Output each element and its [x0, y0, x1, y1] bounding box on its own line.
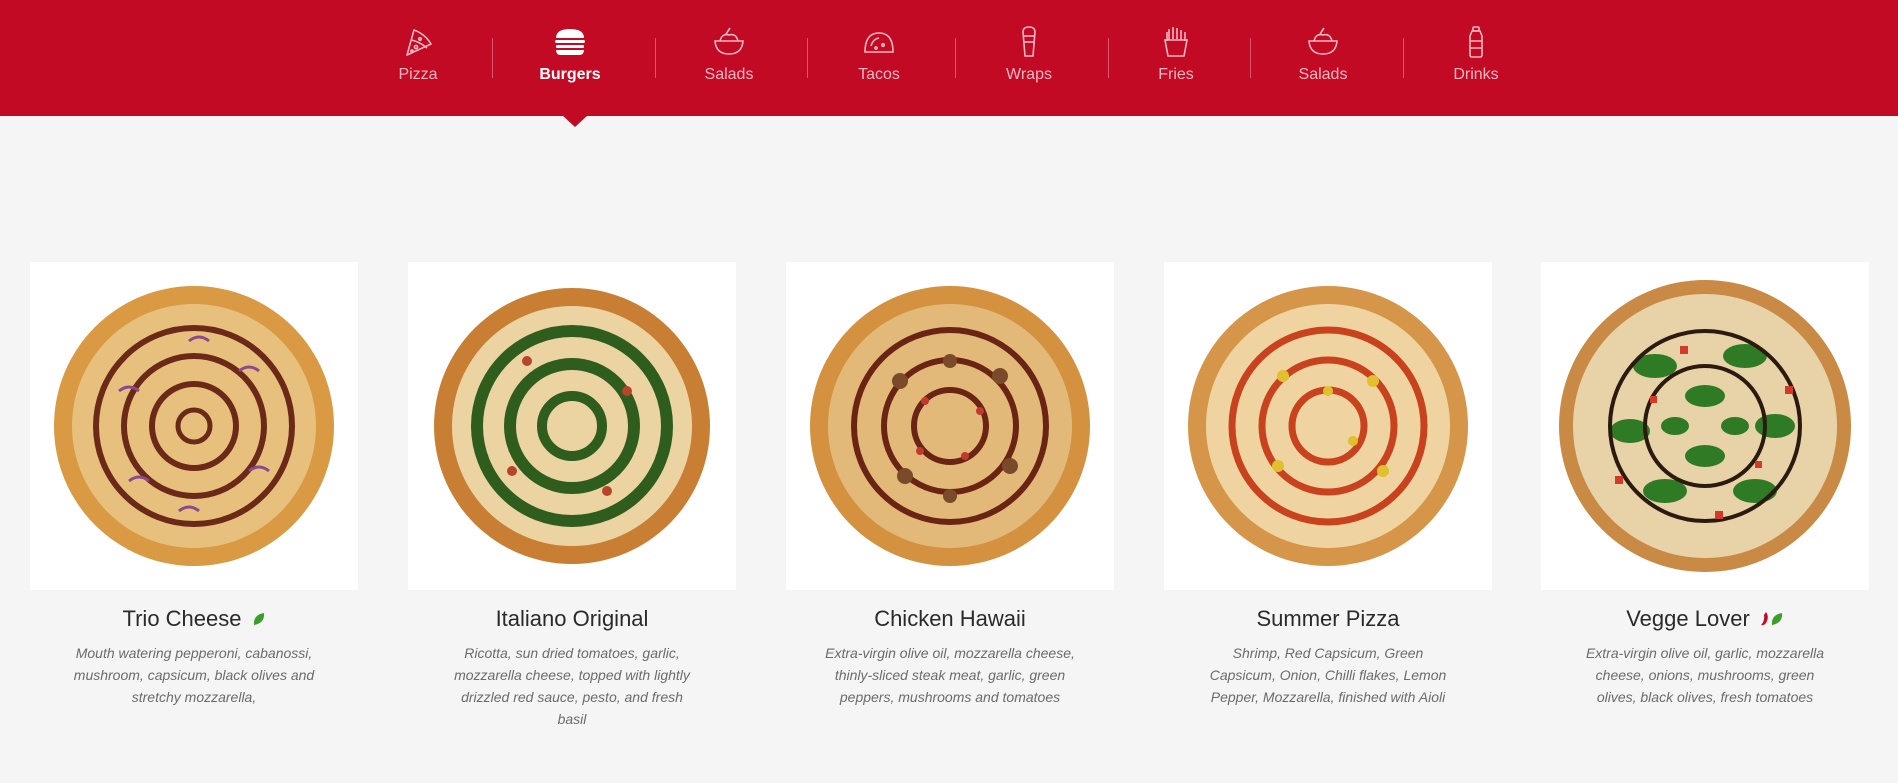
menu-item-title-row: Summer Pizza: [1164, 606, 1492, 632]
bottle-icon: [1458, 26, 1494, 58]
nav-label: Wraps: [1006, 66, 1052, 83]
menu-item-description: Mouth watering pepperoni, cabanossi, mus…: [73, 645, 315, 705]
menu-item-card[interactable]: Vegge Lover Extra-virgin olive oil, garl…: [1541, 262, 1869, 708]
nav-item-wraps[interactable]: Wraps: [989, 0, 1069, 116]
salad-bowl-icon: [1305, 26, 1341, 58]
nav-label: Salads: [1298, 66, 1348, 83]
nav-separator: [1403, 38, 1404, 78]
pizza-photo[interactable]: [786, 262, 1114, 590]
category-nav: Pizza Burgers Salads Tacos Wraps Fries S…: [0, 0, 1898, 116]
pizza-photo[interactable]: [1541, 262, 1869, 590]
menu-item-description: Shrimp, Red Capsicum, Green Capsicum, On…: [1209, 645, 1447, 705]
nav-item-tacos[interactable]: Tacos: [839, 0, 919, 116]
menu-item-description: Ricotta, sun dried tomatoes, garlic, moz…: [454, 645, 690, 727]
nav-item-fries[interactable]: Fries: [1136, 0, 1216, 116]
menu-item-title-row: Trio Cheese: [30, 606, 358, 632]
nav-item-salads-2[interactable]: Salads: [1283, 0, 1363, 116]
menu-item-card[interactable]: Summer Pizza Shrimp, Red Capsicum, Green…: [1164, 262, 1492, 708]
category-nav-bar: Pizza Burgers Salads Tacos Wraps Fries S…: [0, 0, 1898, 116]
burger-icon: [552, 26, 588, 58]
menu-item-title-row: Vegge Lover: [1541, 606, 1869, 632]
nav-separator: [1250, 38, 1251, 78]
pizza-photo[interactable]: [1164, 262, 1492, 590]
menu-item-description: Extra-virgin olive oil, mozzarella chees…: [825, 645, 1075, 705]
nav-label: Drinks: [1453, 66, 1499, 83]
wrap-icon: [1011, 26, 1047, 58]
nav-separator: [655, 38, 656, 78]
spicy-chili-icon: [1760, 612, 1768, 626]
fries-icon: [1158, 26, 1194, 58]
salad-bowl-icon: [711, 26, 747, 58]
menu-item-title: Chicken Hawaii: [874, 606, 1026, 631]
menu-item-title: Italiano Original: [495, 606, 649, 631]
nav-label: Salads: [704, 66, 754, 83]
menu-item-title: Trio Cheese: [122, 606, 242, 631]
active-tab-pointer: [562, 115, 588, 127]
nav-label: Burgers: [539, 66, 601, 83]
menu-item-title-row: Italiano Original: [408, 606, 736, 632]
nav-label: Pizza: [398, 66, 438, 83]
nav-item-salads[interactable]: Salads: [689, 0, 769, 116]
pizza-slice-icon: [400, 26, 436, 58]
vegetarian-leaf-icon: [252, 611, 266, 627]
vegetarian-leaf-icon: [1771, 613, 1782, 625]
taco-icon: [861, 26, 897, 58]
nav-separator: [807, 38, 808, 78]
nav-item-drinks[interactable]: Drinks: [1436, 0, 1516, 116]
nav-label: Fries: [1158, 66, 1194, 83]
nav-separator: [955, 38, 956, 78]
menu-item-title: Vegge Lover: [1626, 606, 1750, 631]
menu-item-description: Extra-virgin olive oil, garlic, mozzarel…: [1585, 645, 1825, 705]
nav-label: Tacos: [858, 66, 900, 83]
menu-item-card[interactable]: Italiano Original Ricotta, sun dried tom…: [408, 262, 736, 730]
nav-item-burgers[interactable]: Burgers: [530, 0, 610, 116]
pizza-photo[interactable]: [408, 262, 736, 590]
menu-item-card[interactable]: Chicken Hawaii Extra-virgin olive oil, m…: [786, 262, 1114, 708]
menu-item-card[interactable]: Trio Cheese Mouth watering pepperoni, ca…: [30, 262, 358, 708]
menu-item-title-row: Chicken Hawaii: [786, 606, 1114, 632]
nav-item-pizza[interactable]: Pizza: [388, 0, 448, 116]
nav-separator: [492, 38, 493, 78]
pizza-photo[interactable]: [30, 262, 358, 590]
badge-group: [1760, 611, 1784, 627]
nav-separator: [1108, 38, 1109, 78]
menu-item-title: Summer Pizza: [1256, 606, 1400, 631]
